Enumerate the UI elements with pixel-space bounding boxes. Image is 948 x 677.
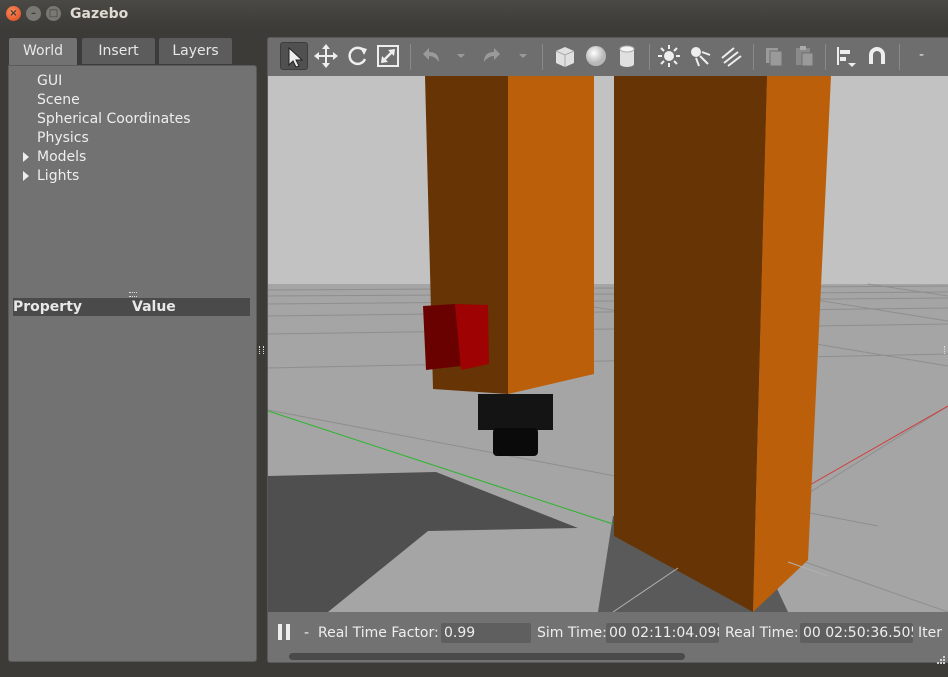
tree-item-models[interactable]: Models [37,149,86,165]
title-bar: × – □ Gazebo [0,0,948,28]
scale-icon[interactable] [374,42,402,70]
toolbar-separator [542,44,543,70]
panel-splitter-handle[interactable] [129,292,137,297]
close-icon: × [9,8,18,19]
tree-item-physics[interactable]: Physics [37,130,89,146]
snap-icon[interactable] [863,42,891,70]
minimize-window-button[interactable]: – [26,6,41,21]
sim-time-label: Sim Time: [537,625,607,641]
red-box-side [423,304,461,370]
robot-arm-link-right-dark [614,76,767,612]
property-column-header[interactable]: Property [13,299,82,315]
sky-background [268,76,948,286]
toolbar: - [268,38,948,76]
red-box-front [455,304,489,370]
pause-button[interactable] [278,624,292,640]
step-button[interactable]: - [304,625,309,641]
paste-icon[interactable] [790,42,818,70]
tab-world[interactable]: World [8,37,78,66]
toolbar-separator [753,44,754,70]
minimize-icon: – [31,8,36,19]
maximize-icon: □ [48,8,59,19]
expand-arrow-icon[interactable] [23,152,29,162]
horizontal-scrollbar[interactable] [289,653,685,660]
translate-icon[interactable] [312,42,340,70]
tree-item-lights[interactable]: Lights [37,168,79,184]
point-light-icon[interactable] [655,42,683,70]
real-time-label: Real Time: [725,625,799,641]
world-tab-body: GUI Scene Spherical Coordinates Physics … [8,65,257,662]
gripper-tip [493,428,538,456]
align-icon[interactable] [832,42,860,70]
tree-item-gui[interactable]: GUI [37,73,62,89]
redo-icon[interactable] [478,42,506,70]
maximize-window-button[interactable]: □ [46,6,61,21]
toolbar-separator [899,44,900,70]
sim-time-value: 00 02:11:04.098 [606,623,719,643]
tab-layers[interactable]: Layers [158,37,233,64]
robot-arm-link-left-light [508,76,594,394]
toolbar-separator [825,44,826,70]
real-time-factor-value: 0.99 [441,623,531,643]
3d-viewport[interactable] [268,76,948,612]
resize-grip-icon[interactable] [936,650,946,664]
left-splitter-handle[interactable] [259,346,264,354]
real-time-value: 00 02:50:36.505 [800,623,913,643]
iterations-label: Iter [918,625,942,641]
toolbar-separator [649,44,650,70]
redo-dropdown-chevron-icon[interactable] [519,54,527,58]
select-arrow-icon[interactable] [280,42,308,70]
rotate-icon[interactable] [343,42,371,70]
status-bar: - Real Time Factor: 0.99 Sim Time: 00 02… [268,612,948,664]
value-column-header[interactable]: Value [132,299,176,315]
sphere-icon[interactable] [582,42,610,70]
box-icon[interactable] [551,42,579,70]
tree-item-scene[interactable]: Scene [37,92,80,108]
undo-icon[interactable] [417,42,445,70]
directional-light-icon[interactable] [717,42,745,70]
toolbar-overflow-button[interactable]: - [919,47,924,63]
window-title: Gazebo [70,6,129,22]
scene-render [268,76,948,612]
spot-light-icon[interactable] [686,42,714,70]
expand-arrow-icon[interactable] [23,171,29,181]
toolbar-separator [410,44,411,70]
cylinder-icon[interactable] [613,42,641,70]
pause-icon [278,624,282,640]
close-window-button[interactable]: × [6,6,21,21]
pause-icon [286,624,290,640]
left-panel: World Insert Layers GUI Scene Spherical … [8,37,257,663]
gripper-body [478,394,553,430]
undo-dropdown-chevron-icon[interactable] [457,54,465,58]
copy-icon[interactable] [760,42,788,70]
tab-insert[interactable]: Insert [81,37,156,64]
real-time-factor-label: Real Time Factor: [318,625,439,641]
property-table-header: Property Value [13,298,250,316]
tree-item-spherical-coordinates[interactable]: Spherical Coordinates [37,111,191,127]
right-splitter-handle[interactable] [944,346,948,354]
